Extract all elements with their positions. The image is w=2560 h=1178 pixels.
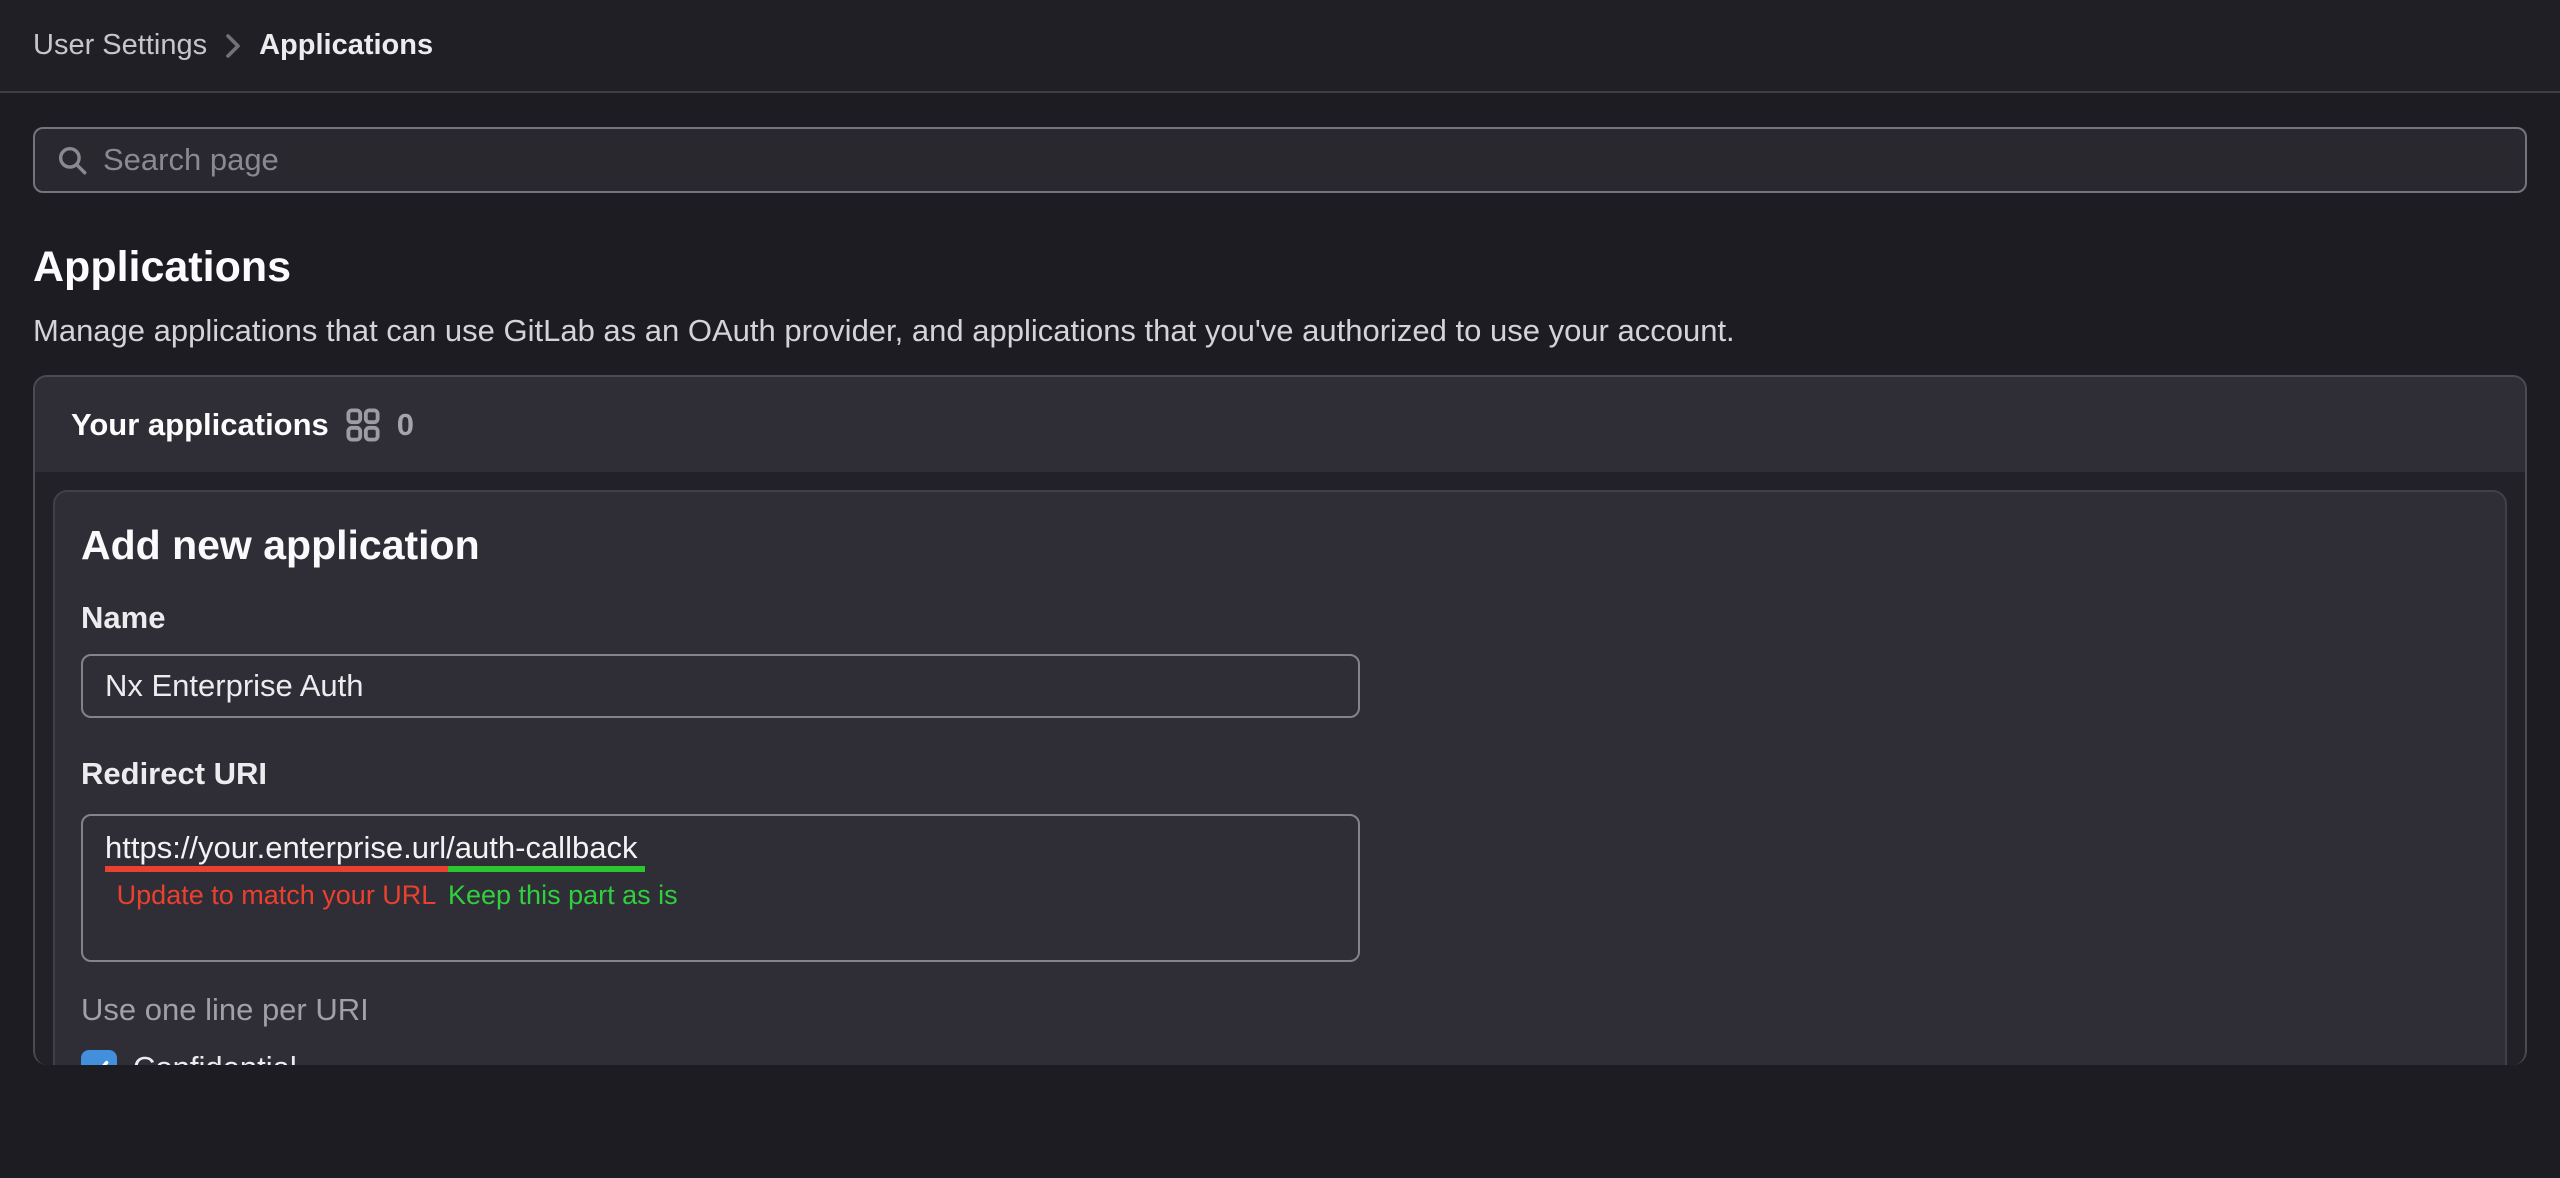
breadcrumb-applications: Applications bbox=[259, 29, 433, 62]
breadcrumb: User Settings Applications bbox=[33, 29, 433, 62]
checkmark-icon bbox=[86, 1055, 112, 1065]
main-content: Applications Manage applications that ca… bbox=[0, 127, 2560, 1065]
redirect-uri-value: https://your.enterprise.url/auth-callbac… bbox=[105, 830, 637, 866]
confidential-checkbox[interactable] bbox=[81, 1050, 117, 1065]
uri-annotation-underline-red bbox=[105, 866, 448, 872]
your-applications-title: Your applications bbox=[71, 407, 329, 443]
applications-grid-icon bbox=[345, 407, 381, 443]
page-description: Manage applications that can use GitLab … bbox=[33, 313, 2527, 349]
your-applications-body: Add new application Name Redirect URI ht… bbox=[35, 472, 2525, 1065]
search-icon bbox=[55, 143, 89, 177]
confidential-label[interactable]: Confidential bbox=[133, 1050, 297, 1065]
uri-annotation-green: Keep this part as is bbox=[448, 880, 645, 911]
chevron-right-icon bbox=[225, 33, 241, 59]
search-input[interactable] bbox=[103, 142, 2505, 178]
name-label: Name bbox=[81, 600, 2479, 636]
page-title: Applications bbox=[33, 241, 2527, 293]
redirect-uri-textarea[interactable]: https://your.enterprise.url/auth-callbac… bbox=[81, 814, 1360, 962]
breadcrumb-user-settings[interactable]: User Settings bbox=[33, 29, 207, 62]
your-applications-header: Your applications 0 bbox=[35, 377, 2525, 472]
name-input[interactable] bbox=[81, 654, 1360, 718]
confidential-row: Confidential bbox=[81, 1048, 2479, 1065]
your-applications-card: Your applications 0 Add new application … bbox=[33, 375, 2527, 1065]
redirect-uri-label: Redirect URI bbox=[81, 756, 2479, 792]
uri-annotation-red: Update to match your URL bbox=[105, 880, 448, 911]
top-bar: User Settings Applications bbox=[0, 0, 2560, 93]
search-bar[interactable] bbox=[33, 127, 2527, 193]
add-application-title: Add new application bbox=[81, 520, 2479, 570]
redirect-uri-host-part: https://your.enterprise.url bbox=[105, 830, 446, 865]
uri-annotation-underline-green bbox=[448, 866, 645, 872]
add-application-card: Add new application Name Redirect URI ht… bbox=[53, 490, 2507, 1065]
applications-count: 0 bbox=[397, 407, 414, 443]
redirect-uri-path-part: /auth-callback bbox=[446, 830, 637, 865]
redirect-uri-help: Use one line per URI bbox=[81, 992, 2479, 1028]
